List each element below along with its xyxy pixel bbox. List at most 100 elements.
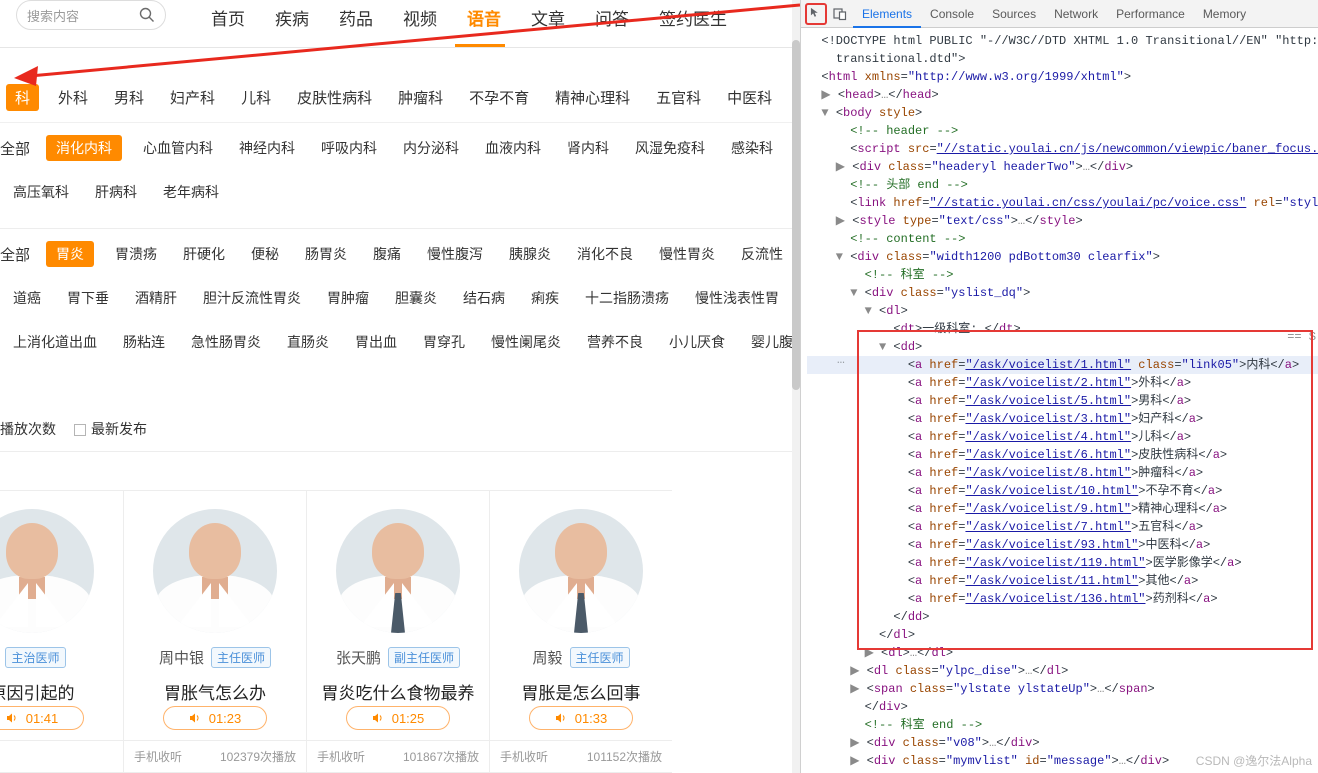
second-level-chip-7[interactable]: 风湿免疫科 (622, 138, 718, 158)
voice-title[interactable]: 胃胀是怎么回事 (512, 682, 651, 706)
dept-item-7[interactable]: 不孕不育 (456, 87, 542, 108)
dom-line[interactable]: <dt>一级科室: </dt> (807, 320, 1318, 338)
dom-line[interactable]: ▼ <div class="width1200 pdBottom30 clear… (807, 248, 1318, 266)
dom-line[interactable]: ▶ <span class="ylstate ylstateUp">…</spa… (807, 680, 1318, 698)
play-button[interactable]: 01:41 (0, 706, 84, 730)
disease-chip-6[interactable]: 慢性腹泻 (414, 244, 496, 264)
disease-chip-5[interactable]: 腹痛 (360, 244, 414, 264)
dept-item-8[interactable]: 精神心理科 (542, 87, 643, 108)
disease-chip-3[interactable]: 便秘 (238, 244, 292, 264)
disclosure-triangle-icon[interactable]: ▼ (807, 106, 836, 120)
disclosure-triangle-icon[interactable]: ▶ (807, 646, 881, 660)
page-scrollbar-thumb[interactable] (792, 40, 800, 390)
nav-item-2[interactable]: 药品 (324, 0, 388, 40)
dept-selected[interactable]: 科 (6, 84, 40, 111)
dom-line[interactable]: <!-- 科室 --> (807, 266, 1318, 284)
dom-line[interactable]: <a href="/ask/voicelist/136.html">药剂科</a… (807, 590, 1318, 608)
second-level-selected[interactable]: 消化内科 (46, 135, 123, 161)
sort-play-count[interactable]: 播放次数 (0, 419, 56, 439)
listen-on-phone[interactable]: 手机收听 (317, 748, 365, 765)
disclosure-triangle-icon[interactable]: ▼ (807, 286, 865, 300)
tab-performance[interactable]: Performance (1107, 0, 1194, 28)
disease-chip-11[interactable]: 道癌 (0, 288, 54, 308)
tab-sources[interactable]: Sources (983, 0, 1045, 28)
dom-line[interactable]: ▼ <dl> (807, 302, 1318, 320)
disease-chip-16[interactable]: 胆囊炎 (382, 288, 450, 308)
dom-line[interactable]: ▼ <body style> (807, 104, 1318, 122)
disease-chip-22[interactable]: 肠粘连 (110, 332, 178, 352)
play-button[interactable]: 01:25 (346, 706, 450, 730)
nav-item-6[interactable]: 问答 (580, 0, 644, 40)
disclosure-triangle-icon[interactable]: ▼ (807, 250, 850, 264)
dom-line[interactable]: <link href="//static.youlai.cn/css/youla… (807, 194, 1318, 212)
disease-chip-2[interactable]: 肝硬化 (170, 244, 238, 264)
sort-latest[interactable]: 最新发布 (74, 419, 147, 439)
voice-card-1[interactable]: 周中银 主任医师 胃胀气怎么办 01:23 手机收听 102379次播放 (123, 490, 306, 773)
dom-line[interactable]: ▶ <head>…</head> (807, 86, 1318, 104)
checkbox-icon[interactable] (74, 423, 86, 436)
disease-chip-8[interactable]: 消化不良 (564, 244, 646, 264)
dom-line[interactable]: <!-- header --> (807, 122, 1318, 140)
disease-chip-30[interactable]: 婴儿腹 (738, 332, 800, 352)
dom-line[interactable]: <a href="/ask/voicelist/4.html">儿科</a> (807, 428, 1318, 446)
disease-chip-28[interactable]: 营养不良 (574, 332, 656, 352)
dom-line[interactable]: </dl> (807, 626, 1318, 644)
disease-chip-1[interactable]: 胃溃疡 (102, 244, 170, 264)
voice-card-2[interactable]: 张天鹏 副主任医师 胃炎吃什么食物最养胃 01:25 手机收听 101867次播… (306, 490, 489, 773)
listen-on-phone[interactable]: 手机收听 (134, 748, 182, 765)
dom-line[interactable]: ▶ <style type="text/css">…</style> (807, 212, 1318, 230)
disease-chip-18[interactable]: 痢疾 (518, 288, 572, 308)
dom-line[interactable]: <a href="/ask/voicelist/2.html">外科</a> (807, 374, 1318, 392)
dom-line[interactable]: <a href="/ask/voicelist/93.html">中医科</a> (807, 536, 1318, 554)
dom-line[interactable]: ▼ <div class="yslist_dq"> (807, 284, 1318, 302)
dept-item-10[interactable]: 中医科 (714, 87, 785, 108)
disclosure-triangle-icon[interactable]: ▶ (807, 88, 838, 102)
dom-line[interactable]: <script src="//static.youlai.cn/js/newco… (807, 140, 1318, 158)
second-level-chip-6[interactable]: 肾内科 (554, 138, 622, 158)
dom-line[interactable]: <!-- 头部 end --> (807, 176, 1318, 194)
disclosure-triangle-icon[interactable]: ▶ (807, 160, 852, 174)
dept-item-5[interactable]: 皮肤性病科 (284, 87, 385, 108)
dom-line[interactable]: ▼ <dd> (807, 338, 1318, 356)
disclosure-triangle-icon[interactable]: ▶ (807, 736, 867, 750)
dom-line[interactable]: <!DOCTYPE html PUBLIC "-//W3C//DTD XHTML… (807, 32, 1318, 50)
dom-line[interactable]: ▶ <div class="headeryl headerTwo">…</div… (807, 158, 1318, 176)
disease-chip-21[interactable]: 上消化道出血 (0, 332, 110, 352)
disease-chip-23[interactable]: 急性肠胃炎 (178, 332, 274, 352)
disease-chip-14[interactable]: 胆汁反流性胃炎 (190, 288, 314, 308)
tab-console[interactable]: Console (921, 0, 983, 28)
voice-card-0[interactable]: 主治医师 原因引起的 01:41 (0, 490, 123, 773)
disease-chip-10[interactable]: 反流性 (728, 244, 796, 264)
second-level-chip-10[interactable]: 肝病科 (82, 182, 150, 202)
search-input[interactable]: 搜索内容 (16, 0, 166, 30)
dom-line[interactable]: <!-- 科室 end --> (807, 716, 1318, 734)
second-level-chip-4[interactable]: 内分泌科 (390, 138, 472, 158)
disease-chip-15[interactable]: 胃肿瘤 (314, 288, 382, 308)
disease-chip-20[interactable]: 慢性浅表性胃 (682, 288, 792, 308)
second-level-chip-5[interactable]: 血液内科 (472, 138, 554, 158)
dom-tree[interactable]: <!DOCTYPE html PUBLIC "-//W3C//DTD XHTML… (801, 28, 1318, 773)
disease-chip-25[interactable]: 胃出血 (342, 332, 410, 352)
dom-line[interactable]: <html xmlns="http://www.w3.org/1999/xhtm… (807, 68, 1318, 86)
listen-on-phone[interactable]: 手机收听 (500, 748, 548, 765)
voice-title[interactable]: 原因引起的 (0, 682, 85, 706)
second-level-chip-8[interactable]: 感染科 (718, 138, 786, 158)
dept-item-2[interactable]: 男科 (101, 87, 157, 108)
second-level-all-label[interactable]: 全部 (0, 138, 38, 159)
disclosure-triangle-icon[interactable]: ▼ (807, 304, 879, 318)
dept-item-1[interactable]: 外科 (45, 87, 101, 108)
disease-chip-4[interactable]: 肠胃炎 (292, 244, 360, 264)
dom-line[interactable]: <a href="/ask/voicelist/3.html">妇产科</a> (807, 410, 1318, 428)
play-button[interactable]: 01:33 (529, 706, 633, 730)
dom-line[interactable]: transitional.dtd"> (807, 50, 1318, 68)
dom-line[interactable]: <a href="/ask/voicelist/119.html">医学影像学<… (807, 554, 1318, 572)
dept-item-9[interactable]: 五官科 (643, 87, 714, 108)
disclosure-triangle-icon[interactable]: ▶ (807, 214, 852, 228)
disclosure-triangle-icon[interactable]: ▶ (807, 664, 867, 678)
search-icon[interactable] (139, 7, 155, 23)
nav-item-7[interactable]: 签约医生 (644, 0, 742, 40)
voice-card-3[interactable]: 周毅 主任医师 胃胀是怎么回事 01:33 手机收听 101152次播放 (489, 490, 672, 773)
disclosure-triangle-icon[interactable]: ▶ (807, 754, 867, 768)
dept-item-3[interactable]: 妇产科 (157, 87, 228, 108)
tab-network[interactable]: Network (1045, 0, 1107, 28)
